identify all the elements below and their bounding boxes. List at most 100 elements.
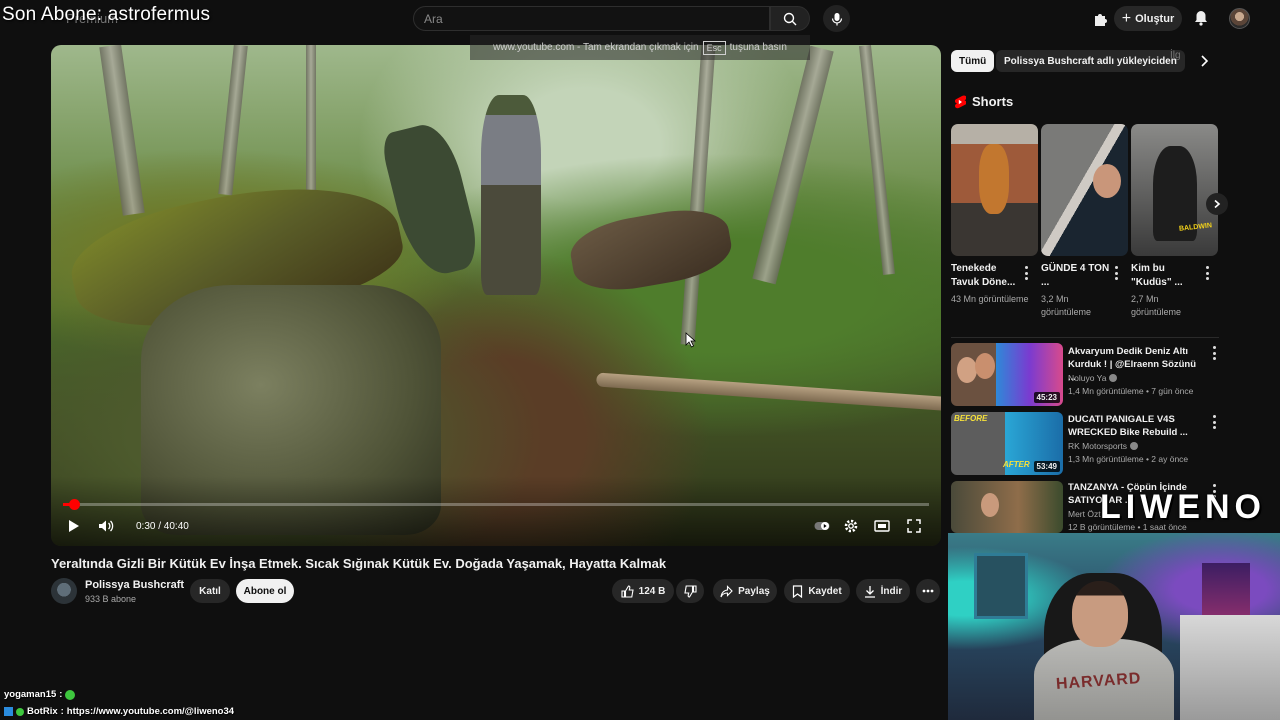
exit-fullscreen-button[interactable] [903, 515, 925, 537]
streamer-head [1072, 581, 1128, 647]
short-views: 3,2 Mn görüntüleme [1041, 294, 1092, 317]
play-button[interactable] [63, 515, 85, 537]
recommendation-thumbnail[interactable]: BEFORE AFTER 53:49 [951, 412, 1063, 475]
chevron-right-icon[interactable] [1195, 52, 1213, 70]
chat-username: yogaman15 [4, 689, 57, 700]
recommendation-thumbnail[interactable] [951, 481, 1063, 533]
hint-prefix: www.youtube.com - Tam ekrandan çıkmak iç… [493, 42, 699, 53]
webcam-overlay: HARVARD [948, 533, 1280, 720]
chat-emote-icon [16, 707, 24, 716]
thumbs-down-icon [683, 584, 697, 598]
video-frame-tree [752, 45, 834, 285]
gear-icon [844, 519, 858, 533]
volume-button[interactable] [95, 515, 117, 537]
like-count: 124 B [638, 585, 666, 597]
save-label: Kaydet [808, 585, 842, 597]
fullscreen-icon [907, 519, 921, 533]
thumbnail-art [981, 493, 999, 517]
thumbnail-art [975, 353, 995, 379]
chip-related-truncated[interactable]: İlg [1170, 50, 1181, 61]
recommendation-menu-button[interactable] [1211, 346, 1217, 360]
search-input[interactable]: Ara [413, 6, 770, 31]
subscribe-button[interactable]: Abone ol [236, 579, 294, 603]
shorts-heading: Shorts [954, 94, 1013, 109]
autoplay-toggle[interactable] [811, 515, 833, 537]
account-avatar[interactable] [1229, 8, 1250, 29]
video-frame-stump [566, 201, 736, 299]
video-frame-tree [680, 45, 716, 346]
thumbs-up-icon [621, 584, 634, 598]
fullscreen-exit-hint: www.youtube.com - Tam ekrandan çıkmak iç… [470, 35, 810, 60]
download-icon [864, 585, 875, 598]
recommendation-channel[interactable]: RK Motorsports [1068, 441, 1139, 451]
video-title: Yeraltında Gizli Bir Kütük Ev İnşa Etmek… [51, 556, 667, 571]
theater-mode-icon [874, 520, 890, 532]
short-title[interactable]: GÜNDE 4 TON ... [1041, 262, 1115, 290]
search-icon [783, 12, 797, 25]
short-menu-button[interactable] [1204, 266, 1210, 280]
progress-bar[interactable] [63, 499, 929, 510]
chat-text: : [59, 689, 63, 700]
autoplay-icon [814, 522, 830, 530]
play-icon [69, 520, 79, 532]
recommendation-menu-button[interactable] [1211, 415, 1217, 429]
short-menu-button[interactable] [1023, 266, 1029, 280]
chevron-right-icon [1214, 199, 1221, 209]
share-button[interactable]: Paylaş [713, 579, 777, 603]
thumbnail-art [957, 357, 977, 383]
plus-icon: + [1121, 9, 1132, 27]
extension-puzzle-icon[interactable] [1092, 10, 1110, 28]
voice-search-button[interactable] [823, 5, 850, 32]
short-title[interactable]: Kim bu "Kudüs" ... [1131, 262, 1205, 290]
settings-button[interactable] [840, 515, 862, 537]
progress-scrubber-handle[interactable] [68, 499, 80, 510]
short-thumbnail[interactable] [951, 124, 1038, 256]
stream-last-subscriber-overlay: Son Abone: astrofermus [2, 4, 211, 25]
notifications-bell-icon[interactable] [1192, 9, 1210, 27]
join-button[interactable]: Katıl [190, 579, 230, 603]
chip-all[interactable]: Tümü [951, 50, 995, 72]
video-duration: 53:49 [1033, 461, 1060, 472]
download-button[interactable]: İndir [856, 579, 910, 603]
recommendation-title[interactable]: DUCATI PANIGALE V4S WRECKED Bike Rebuild… [1068, 413, 1200, 439]
shorts-next-button[interactable] [1206, 193, 1228, 215]
share-label: Paylaş [738, 585, 770, 597]
chip-from-uploader[interactable]: Polissya Bushcraft adlı yükleyiciden [996, 50, 1185, 72]
video-frame-fallen-branch [595, 372, 941, 412]
video-frame-person [481, 95, 541, 295]
channel-avatar[interactable] [51, 578, 77, 604]
recommendation-channel[interactable]: Noluyo Ya [1068, 373, 1118, 383]
channel-name[interactable]: Polissya Bushcraft [85, 579, 184, 591]
theater-mode-button[interactable] [871, 515, 893, 537]
chat-text: https://www.youtube.com/@liweno34 [66, 706, 235, 717]
video-frame-tree [859, 45, 895, 275]
hint-suffix: tuşuna basın [729, 42, 787, 53]
recommendation-thumbnail[interactable]: 45:23 [951, 343, 1063, 406]
download-label: İndir [880, 585, 903, 597]
dislike-button[interactable] [676, 579, 704, 603]
chat-separator: : [60, 706, 64, 717]
chat-username: BotRix [27, 706, 58, 717]
wall-picture-frame [974, 553, 1028, 619]
like-button[interactable]: 124 B [612, 579, 674, 603]
video-frame-tree [218, 45, 248, 196]
join-label: Katıl [199, 585, 221, 597]
save-button[interactable]: Kaydet [784, 579, 850, 603]
short-title[interactable]: Tenekede Tavuk Döne... [951, 262, 1025, 290]
short-thumbnail-art [979, 144, 1009, 214]
short-thumbnail[interactable] [1041, 124, 1128, 256]
short-menu-button[interactable] [1113, 266, 1119, 280]
verified-badge-icon [1130, 442, 1139, 450]
recommendation-meta: 1,3 Mn görüntüleme • 2 ay önce [1068, 454, 1189, 464]
chat-message: BotRix : https://www.youtube.com/@liweno… [4, 706, 234, 717]
video-player[interactable]: 0:30 / 40:40 [51, 45, 941, 546]
recommendation-channel[interactable]: Mert Özt [1068, 509, 1101, 519]
wall-poster [1202, 563, 1250, 621]
short-thumbnail[interactable]: BALDWIN [1131, 124, 1218, 256]
create-button[interactable]: + Oluştur [1114, 6, 1182, 31]
chat-emote-icon [65, 689, 76, 700]
more-actions-button[interactable] [916, 579, 940, 603]
short-views: 43 Mn görüntüleme [951, 294, 1029, 304]
search-button[interactable] [770, 6, 810, 31]
microphone-icon [831, 12, 842, 25]
